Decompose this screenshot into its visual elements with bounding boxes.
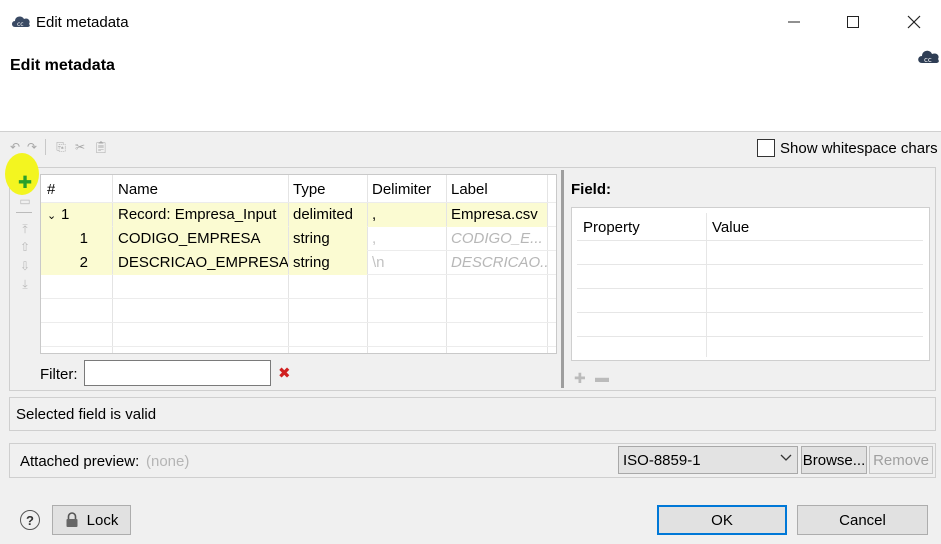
side-separator [16, 212, 32, 213]
move-bottom-icon[interactable]: ⤓ [18, 277, 32, 291]
remove-property-icon[interactable]: ▬ [595, 369, 609, 385]
metadata-table[interactable]: # Name Type Delimiter Label ⌄ 1 Record: E… [40, 174, 557, 354]
empty-row [41, 323, 556, 347]
add-property-icon[interactable]: ✚ [574, 370, 586, 387]
row-type: string [289, 227, 367, 251]
filter-label: Filter: [40, 366, 78, 383]
remove-field-icon[interactable]: ▭ [18, 194, 32, 208]
column-header-value[interactable]: Value [712, 213, 749, 241]
row-name: DESCRICAO_EMPRESA [113, 251, 288, 275]
column-header-name[interactable]: Name [118, 175, 158, 203]
row-delimiter: \n [372, 254, 385, 271]
table-row[interactable]: 2 DESCRICAO_EMPRESA string \n DESCRICAO.… [41, 251, 556, 275]
cut-icon[interactable]: ✂ [73, 140, 87, 154]
move-up-icon[interactable]: ⇧ [18, 240, 32, 254]
row-number: 1 [41, 227, 112, 251]
field-panel-title: Field: [571, 181, 611, 198]
maximize-button[interactable] [833, 8, 873, 36]
lock-label: Lock [86, 511, 119, 529]
column-header-delimiter[interactable]: Delimiter [372, 175, 431, 203]
show-whitespace-label: Show whitespace chars [780, 140, 938, 157]
undo-icon[interactable]: ↶ [8, 140, 22, 154]
dialog-header [0, 44, 941, 132]
row-number: 2 [41, 251, 112, 275]
row-label: DESCRICAO... [451, 254, 547, 271]
cancel-button[interactable]: Cancel [797, 505, 928, 535]
empty-row [577, 313, 923, 337]
field-properties-table[interactable]: Property Value [577, 213, 923, 357]
status-message: Selected field is valid [16, 406, 157, 423]
browse-button[interactable]: Browse... [801, 446, 867, 474]
ok-button[interactable]: OK [657, 505, 787, 535]
clear-filter-icon[interactable]: ✖ [278, 364, 291, 382]
empty-row [41, 299, 556, 323]
minimize-icon [788, 21, 800, 23]
svg-text:cc: cc [924, 56, 932, 64]
encoding-value: ISO-8859-1 [623, 452, 701, 469]
attached-preview-label: Attached preview: [20, 453, 140, 470]
toolbar-separator [45, 139, 46, 155]
row-delimiter: , [372, 230, 377, 247]
move-top-icon[interactable]: ⤒ [18, 222, 32, 236]
empty-row [577, 241, 923, 265]
move-down-icon[interactable]: ⇩ [18, 259, 32, 273]
column-header-property[interactable]: Property [583, 213, 640, 241]
row-delimiter: , [368, 203, 446, 227]
expand-chevron-icon[interactable]: ⌄ [47, 204, 61, 227]
table-header-row: # Name Type Delimiter Label [41, 175, 556, 203]
column-header-type[interactable]: Type [293, 175, 326, 203]
redo-icon[interactable]: ↷ [25, 140, 39, 154]
row-label: Empresa.csv [447, 203, 547, 227]
table-row[interactable]: 1 CODIGO_EMPRESA string , CODIGO_E... [41, 227, 556, 251]
empty-row [41, 275, 556, 299]
lock-icon [66, 512, 78, 527]
empty-row [577, 289, 923, 313]
show-whitespace-checkbox[interactable] [757, 139, 775, 157]
filter-input[interactable] [84, 360, 271, 386]
panel-splitter[interactable] [561, 170, 564, 388]
empty-row [577, 265, 923, 289]
app-logo-icon: cc [10, 13, 32, 29]
column-header-num[interactable]: # [47, 175, 55, 203]
close-icon [907, 15, 921, 29]
lock-button[interactable]: Lock [52, 505, 131, 535]
help-icon[interactable]: ? [20, 510, 40, 530]
add-field-button[interactable]: ✚ [15, 173, 35, 193]
window-title: Edit metadata [36, 14, 129, 31]
paste-icon[interactable]: 📋︎ [93, 140, 108, 154]
dialog-header-title: Edit metadata [10, 57, 115, 74]
minimize-button[interactable] [774, 8, 814, 36]
maximize-icon [847, 16, 859, 28]
chevron-down-icon [780, 452, 792, 466]
remove-button[interactable]: Remove [869, 446, 933, 474]
attached-preview-value: (none) [146, 453, 190, 470]
copy-icon[interactable]: ⎘ [54, 140, 68, 154]
table-row[interactable]: ⌄ 1 Record: Empresa_Input delimited , Emp… [41, 203, 556, 227]
properties-header-row: Property Value [577, 213, 923, 241]
column-header-label[interactable]: Label [451, 175, 488, 203]
row-name: CODIGO_EMPRESA [113, 227, 288, 251]
row-number: 1 [61, 206, 70, 223]
row-name: Record: Empresa_Input [113, 203, 288, 227]
close-button[interactable] [894, 8, 934, 36]
header-logo-icon: cc [916, 47, 941, 65]
row-type: string [289, 251, 367, 275]
svg-text:cc: cc [17, 21, 24, 28]
row-type: delimited [289, 203, 367, 227]
row-label: CODIGO_E... [451, 230, 543, 247]
